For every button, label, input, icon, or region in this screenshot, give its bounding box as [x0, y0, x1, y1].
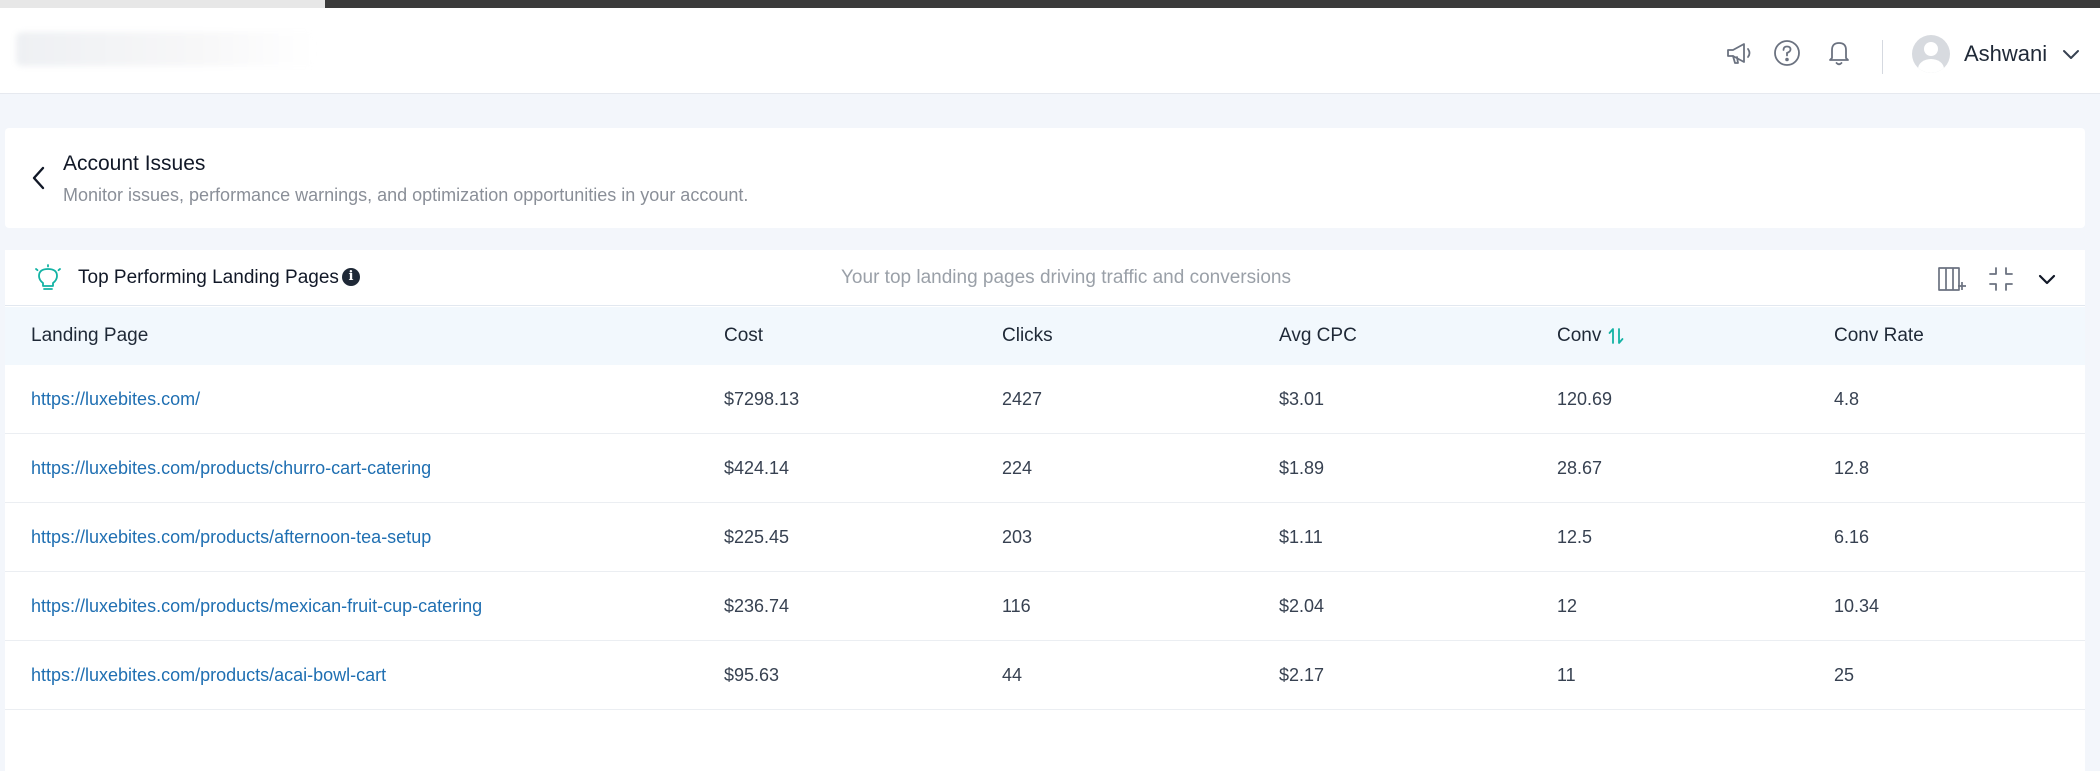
lightbulb-icon [31, 262, 65, 296]
column-header-avg-cpc[interactable]: Avg CPC [1279, 325, 1357, 347]
account-name-blurred[interactable] [16, 32, 316, 66]
page-title: Account Issues [63, 152, 206, 175]
landing-page-link[interactable]: https://luxebites.com/products/mexican-f… [31, 596, 482, 617]
cell-avg-cpc: $2.17 [1279, 665, 1325, 685]
chevron-down-icon [2063, 50, 2080, 59]
columns-icon[interactable] [1935, 262, 1969, 296]
megaphone-icon[interactable] [1722, 36, 1756, 70]
user-name: Ashwani [1964, 41, 2048, 66]
cell-clicks: 224 [1002, 458, 1033, 478]
cell-conv: 12 [1557, 596, 1578, 616]
table-row: https://luxebites.com/products/churro-ca… [5, 434, 2085, 503]
cell-conv-rate: 12.8 [1834, 458, 1870, 478]
chevron-left-icon [32, 166, 45, 190]
collapse-icon[interactable] [1984, 262, 2018, 296]
table-row: https://luxebites.com/products/mexican-f… [5, 572, 2085, 641]
cell-clicks: 116 [1002, 596, 1031, 616]
cell-avg-cpc: $3.01 [1279, 389, 1325, 409]
landing-page-link[interactable]: https://luxebites.com/products/acai-bowl… [31, 665, 386, 686]
cell-conv: 12.5 [1557, 527, 1593, 547]
table-header-row: Landing Page Cost Clicks Avg CPC Conv Co… [5, 307, 2085, 365]
help-circle-icon[interactable] [1770, 36, 1804, 70]
account-issues-card: Account Issues Monitor issues, performan… [5, 128, 2085, 228]
column-header-clicks[interactable]: Clicks [1002, 325, 1053, 347]
cell-clicks: 44 [1002, 665, 1023, 685]
cell-conv: 120.69 [1557, 389, 1613, 409]
chevron-down-icon[interactable] [2030, 262, 2064, 296]
table-row: https://luxebites.com/products/afternoon… [5, 503, 2085, 572]
column-header-conv[interactable]: Conv [1557, 325, 1625, 347]
info-icon[interactable]: i [342, 268, 360, 286]
landing-page-link[interactable]: https://luxebites.com/products/afternoon… [31, 527, 431, 548]
app-header: Ashwani [0, 8, 2100, 94]
card-header: Top Performing Landing Pages i Your top … [5, 250, 2085, 306]
cell-clicks: 203 [1002, 527, 1033, 547]
column-header-cost[interactable]: Cost [724, 325, 763, 347]
cell-avg-cpc: $2.04 [1279, 596, 1325, 616]
page-subtitle: Monitor issues, performance warnings, an… [63, 185, 749, 205]
cell-conv-rate: 6.16 [1834, 527, 1870, 547]
cell-conv: 11 [1557, 665, 1576, 685]
cell-conv-rate: 4.8 [1834, 389, 1860, 409]
cell-conv: 28.67 [1557, 458, 1603, 478]
landing-page-link[interactable]: https://luxebites.com/products/churro-ca… [31, 458, 431, 479]
back-button[interactable] [25, 162, 53, 194]
cell-cost: $95.63 [724, 665, 780, 685]
cell-cost: $236.74 [724, 596, 790, 616]
card-title: Top Performing Landing Pages [78, 267, 339, 288]
landing-page-link[interactable]: https://luxebites.com/ [31, 389, 200, 410]
cell-conv-rate: 25 [1834, 665, 1855, 685]
card-description: Your top landing pages driving traffic a… [841, 267, 1291, 288]
column-header-landing-page[interactable]: Landing Page [31, 325, 148, 347]
cell-avg-cpc: $1.89 [1279, 458, 1325, 478]
cell-conv-rate: 10.34 [1834, 596, 1880, 616]
cell-cost: $7298.13 [724, 389, 800, 409]
bell-icon[interactable] [1822, 36, 1856, 70]
cell-cost: $225.45 [724, 527, 790, 547]
cell-avg-cpc: $1.11 [1279, 527, 1323, 547]
avatar [1912, 35, 1950, 73]
column-header-conv-rate[interactable]: Conv Rate [1834, 325, 1924, 347]
user-menu[interactable]: Ashwani [1912, 34, 2081, 74]
table-row: https://luxebites.com/products/acai-bowl… [5, 641, 2085, 710]
table-row: https://luxebites.com/ $7298.13 2427 $3.… [5, 365, 2085, 434]
cell-clicks: 2427 [1002, 389, 1043, 409]
landing-pages-card: Top Performing Landing Pages i Your top … [5, 250, 2085, 771]
cell-cost: $424.14 [724, 458, 790, 478]
header-divider [1882, 40, 1883, 74]
sort-icon[interactable] [1607, 326, 1625, 346]
